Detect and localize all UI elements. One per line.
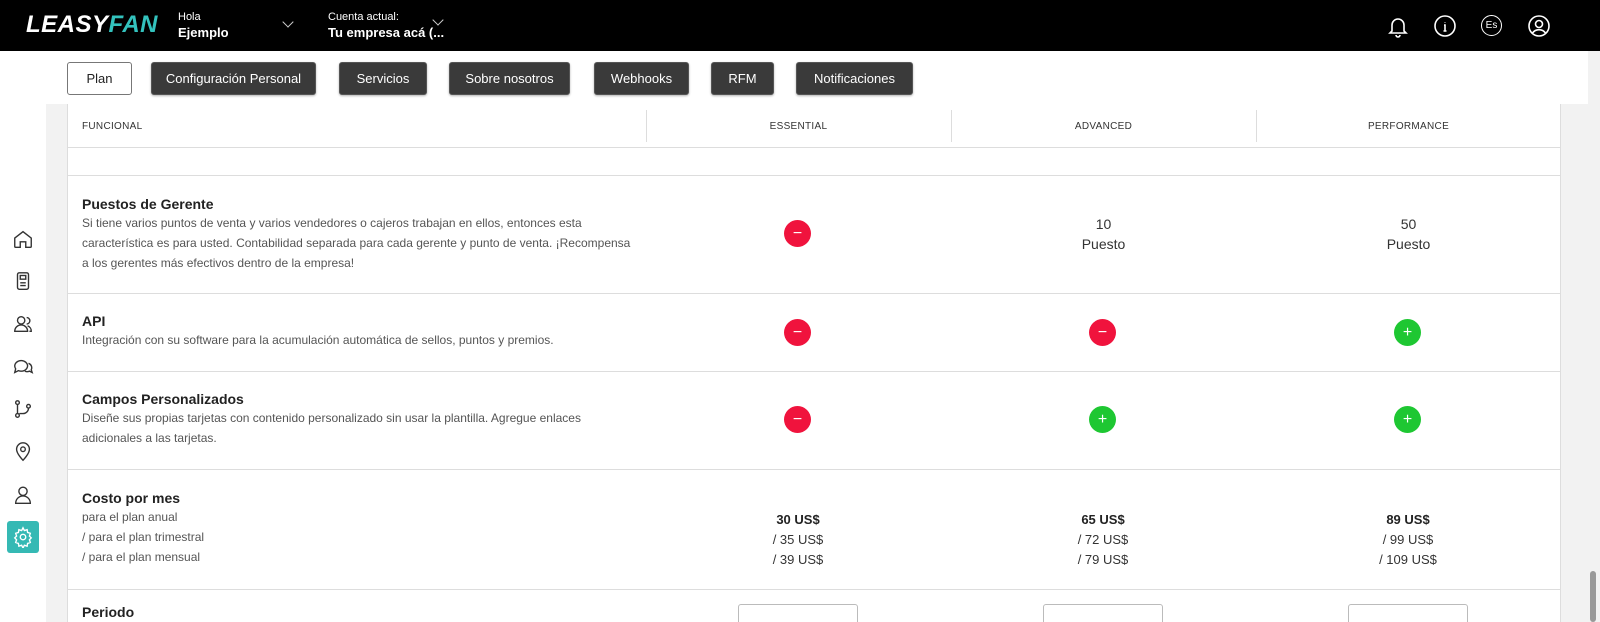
- scrollbar[interactable]: [1588, 51, 1600, 622]
- row-title: Campos Personalizados: [82, 391, 244, 407]
- advanced-value: 10 Puesto: [1051, 214, 1156, 254]
- period-select-performance[interactable]: [1348, 604, 1468, 622]
- performance-value: 50 Puesto: [1356, 214, 1461, 254]
- terminal-icon[interactable]: [7, 265, 39, 297]
- user-name: Ejemplo: [178, 25, 229, 40]
- tab-notificaciones[interactable]: Notificaciones: [796, 62, 913, 95]
- sidebar: [0, 51, 46, 622]
- chevron-down-icon[interactable]: [282, 16, 294, 28]
- account-selector[interactable]: Cuenta actual: Tu empresa acá (...: [328, 9, 444, 41]
- table-row: Campos Personalizados Diseñe sus propias…: [68, 372, 1560, 470]
- cost-line-annual: para el plan anual: [82, 510, 178, 524]
- language-label: Es: [1481, 15, 1502, 36]
- tab-sobre-nosotros[interactable]: Sobre nosotros: [449, 62, 570, 95]
- bell-icon[interactable]: [1384, 12, 1411, 39]
- tab-plan[interactable]: Plan: [67, 62, 132, 95]
- flow-icon[interactable]: [7, 393, 39, 425]
- table-row: API Integración con su software para la …: [68, 294, 1560, 372]
- not-included-icon: −: [784, 220, 811, 247]
- row-title: API: [82, 313, 106, 329]
- included-icon: +: [1089, 406, 1116, 433]
- price-annual: 89 US$: [1386, 512, 1430, 527]
- greeting-label: Hola: [178, 11, 201, 23]
- scrollbar-thumb[interactable]: [1590, 571, 1596, 622]
- included-icon: +: [1394, 406, 1421, 433]
- performance-count: 50: [1400, 216, 1417, 232]
- tab-servicios[interactable]: Servicios: [339, 62, 427, 95]
- user-icon[interactable]: [1525, 12, 1552, 39]
- advanced-unit: Puesto: [1081, 236, 1126, 252]
- advanced-count: 10: [1095, 216, 1112, 232]
- period-select-essential[interactable]: [738, 604, 858, 622]
- period-select-advanced[interactable]: [1043, 604, 1163, 622]
- advanced-price: 65 US$ / 72 US$ / 79 US$: [1003, 510, 1203, 570]
- tab-webhooks[interactable]: Webhooks: [594, 62, 689, 95]
- table-row: Costo por mes para el plan anual / para …: [68, 470, 1560, 590]
- table-header: FUNCIONAL ESSENTIAL ADVANCED PERFORMANCE: [68, 104, 1560, 148]
- not-included-icon: −: [1089, 319, 1116, 346]
- table-row: Puestos de Gerente Si tiene varios punto…: [68, 176, 1560, 294]
- price-monthly: / 109 US$: [1379, 552, 1437, 567]
- cost-line-monthly: / para el plan mensual: [82, 550, 201, 564]
- price-monthly: / 39 US$: [772, 552, 824, 567]
- info-icon[interactable]: [1431, 12, 1458, 39]
- tab-rfm[interactable]: RFM: [711, 62, 774, 95]
- header-performance: PERFORMANCE: [1367, 120, 1450, 132]
- row-description: para el plan anual / para el plan trimes…: [82, 507, 632, 567]
- header-essential: ESSENTIAL: [769, 120, 828, 132]
- settings-icon[interactable]: [7, 521, 39, 553]
- plan-comparison-table: Program online. FUNCIONAL ESSENTIAL ADVA…: [67, 104, 1561, 622]
- performance-price: 89 US$ / 99 US$ / 109 US$: [1308, 510, 1508, 570]
- row-title: Costo por mes: [82, 490, 181, 506]
- included-icon: +: [1394, 319, 1421, 346]
- row-title: Puestos de Gerente: [82, 196, 214, 212]
- location-icon[interactable]: [7, 436, 39, 468]
- price-quarterly: / 72 US$: [1077, 532, 1129, 547]
- price-quarterly: / 99 US$: [1382, 532, 1434, 547]
- row-description: Si tiene varios puntos de venta y varios…: [82, 216, 631, 270]
- tab-configuracion-personal[interactable]: Configuración Personal: [151, 62, 316, 95]
- user-menu[interactable]: Hola Ejemplo: [178, 9, 229, 41]
- header-functional: FUNCIONAL: [82, 120, 143, 132]
- header-advanced: ADVANCED: [1074, 120, 1133, 132]
- price-quarterly: / 35 US$: [772, 532, 824, 547]
- settings-tabs: Plan Configuración Personal Servicios So…: [46, 51, 1588, 104]
- row-description: Diseñe sus propias tarjetas con contenid…: [82, 411, 581, 445]
- account-name: Tu empresa acá (...: [328, 25, 445, 40]
- header-actions: Es: [1384, 12, 1552, 39]
- performance-unit: Puesto: [1386, 236, 1431, 252]
- row-title: Periodo: [82, 604, 135, 620]
- not-included-icon: −: [784, 406, 811, 433]
- home-icon[interactable]: [7, 223, 39, 255]
- cost-line-quarterly: / para el plan trimestral: [82, 530, 205, 544]
- top-bar: LEASYFAN Hola Ejemplo Cuenta actual: Tu …: [0, 0, 1600, 51]
- chat-icon[interactable]: [7, 351, 39, 383]
- price-annual: 30 US$: [776, 512, 820, 527]
- users-icon[interactable]: [7, 308, 39, 340]
- row-description: Integración con su software para la acum…: [82, 333, 554, 347]
- price-monthly: / 79 US$: [1077, 552, 1129, 567]
- table-row: [68, 148, 1560, 176]
- language-icon[interactable]: Es: [1478, 12, 1505, 39]
- account-label: Cuenta actual:: [328, 11, 399, 23]
- profile-icon[interactable]: [7, 479, 39, 511]
- price-annual: 65 US$: [1081, 512, 1125, 527]
- essential-price: 30 US$ / 35 US$ / 39 US$: [698, 510, 898, 570]
- logo[interactable]: LEASYFAN: [26, 11, 158, 39]
- not-included-icon: −: [784, 319, 811, 346]
